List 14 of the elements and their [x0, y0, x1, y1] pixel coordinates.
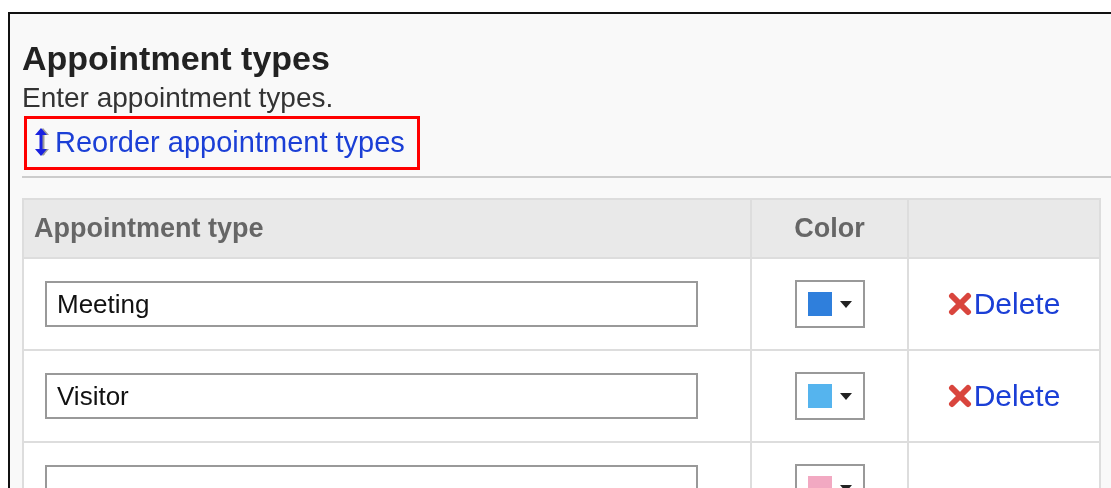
description-text: Enter appointment types.: [22, 82, 335, 114]
reorder-link[interactable]: Reorder appointment types: [33, 125, 405, 159]
caret-icon: [839, 392, 852, 400]
color-dropdown[interactable]: [794, 280, 865, 328]
up-down-arrow-icon: [33, 127, 49, 157]
section-title: Appointment types: [22, 38, 331, 78]
caret-icon: [839, 300, 852, 308]
type-input-field[interactable]: Meeting: [45, 281, 698, 327]
column-header: Appointment type: [23, 199, 751, 258]
type-input-field[interactable]: Visitor: [45, 373, 698, 419]
color-dropdown[interactable]: [794, 372, 865, 420]
column-header: Color: [751, 199, 908, 258]
close-icon: [947, 384, 972, 408]
close-icon: [947, 292, 972, 316]
